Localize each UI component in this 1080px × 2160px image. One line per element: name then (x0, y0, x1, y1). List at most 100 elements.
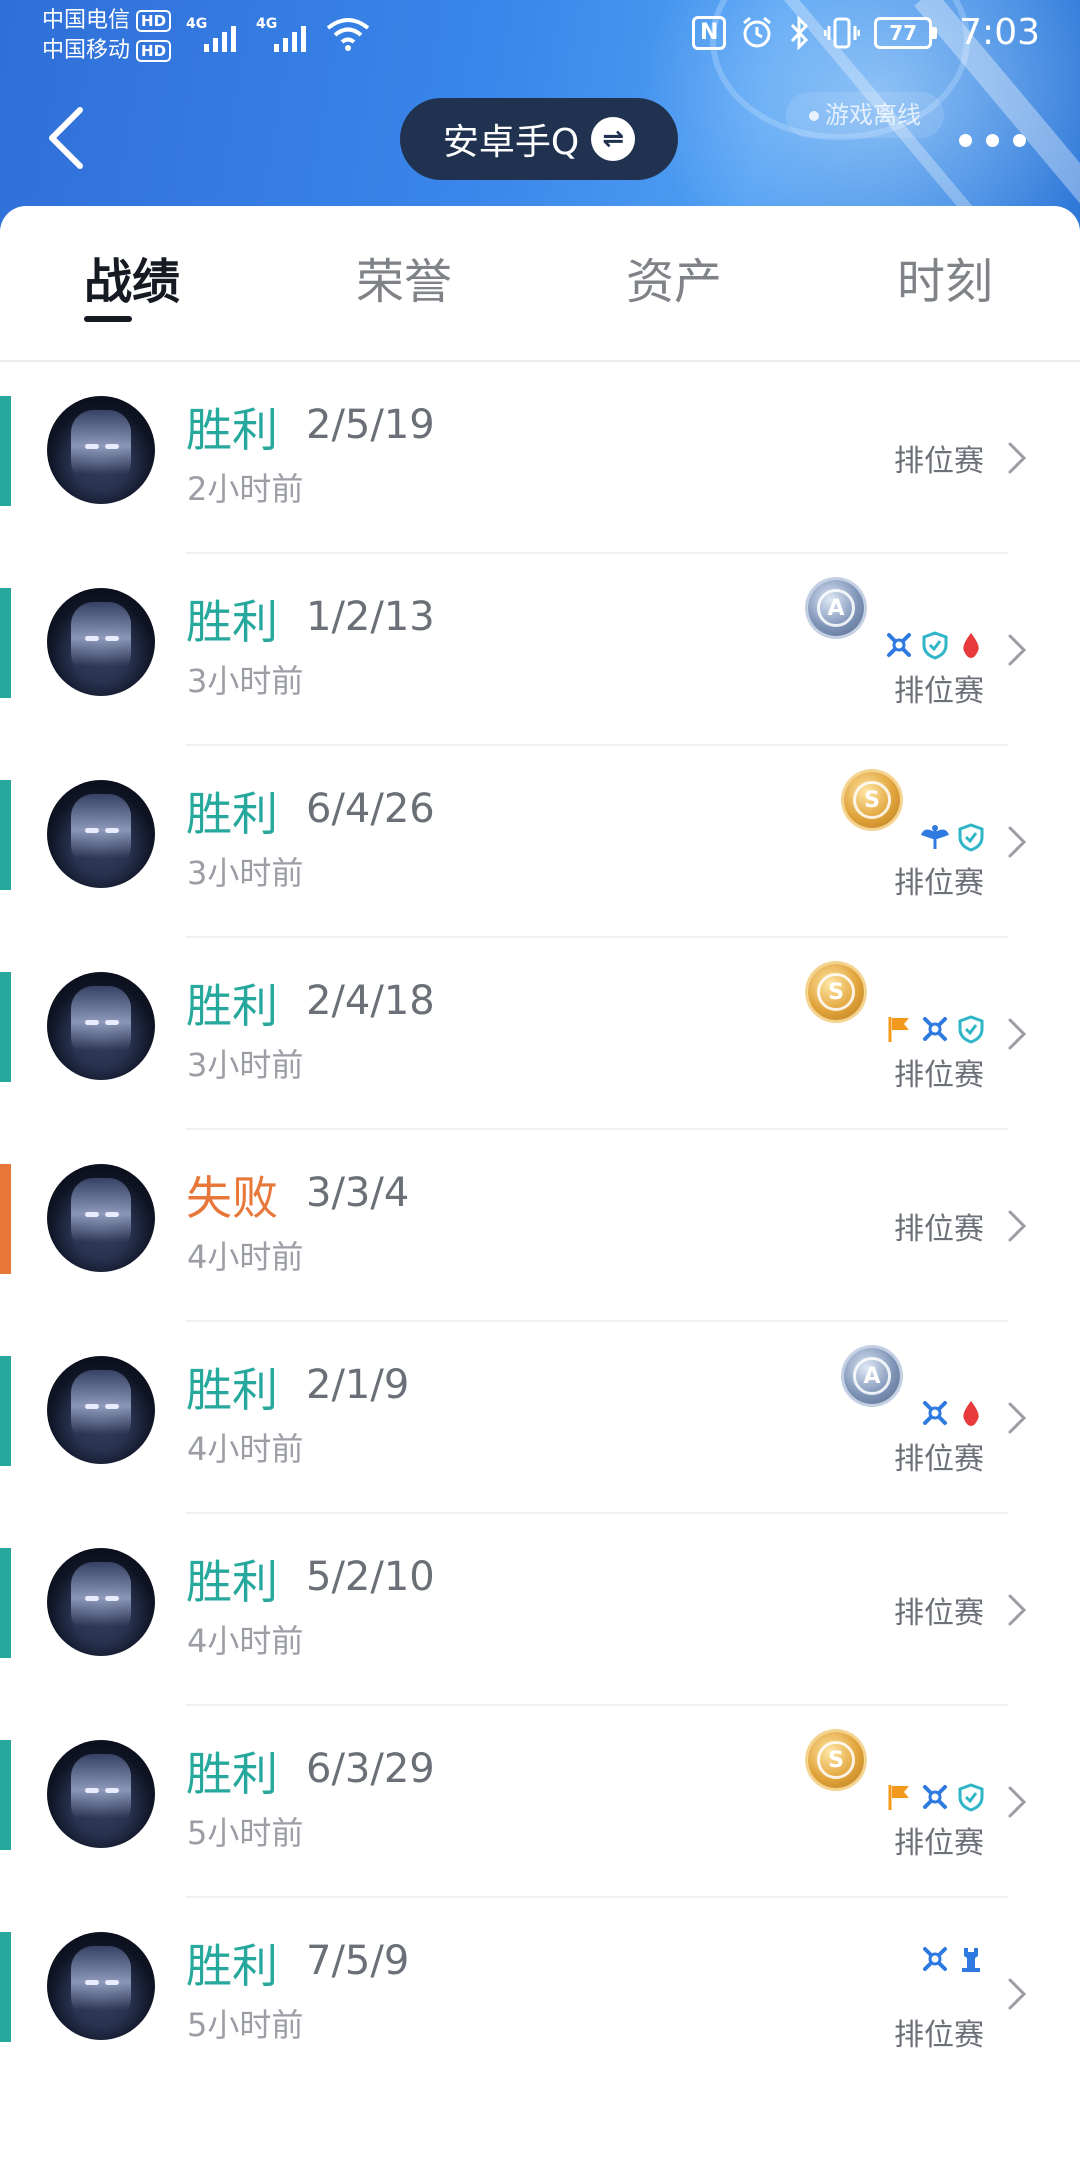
gold-medal-icon: S (808, 1732, 864, 1788)
system-icons: N 77 7:03 (692, 12, 1040, 53)
hero-avatar (47, 1548, 155, 1656)
match-time: 4小时前 (187, 1238, 304, 1276)
blood-drop-icon (956, 630, 986, 660)
swords-icon (920, 1782, 950, 1812)
chevron-right-icon (1008, 1210, 1027, 1242)
chevron-right-icon (1008, 826, 1027, 858)
blood-drop-icon (956, 1398, 986, 1428)
clock: 7:03 (959, 12, 1040, 53)
kda-score: 6/4/26 (306, 786, 435, 832)
match-time: 3小时前 (187, 662, 304, 700)
match-time: 3小时前 (187, 1046, 304, 1084)
bluetooth-icon (791, 15, 809, 50)
kda-score: 3/3/4 (306, 1170, 410, 1216)
medal-letter: A (853, 1357, 891, 1395)
active-tab-indicator (84, 316, 132, 322)
battery-level: 77 (874, 16, 933, 49)
hero-avatar (47, 780, 155, 888)
chevron-right-icon (1008, 1018, 1027, 1050)
vibrate-icon (824, 17, 861, 48)
match-result: 胜利 (186, 1555, 278, 1609)
back-button[interactable] (38, 100, 98, 176)
match-result: 胜利 (186, 1363, 278, 1417)
match-row[interactable]: 胜利 1/2/13 3小时前 A 排位赛 (0, 554, 1080, 746)
medal-letter: S (817, 973, 855, 1011)
chevron-right-icon (1008, 1786, 1027, 1818)
kda-score: 1/2/13 (306, 594, 435, 640)
account-switch-pill[interactable]: 安卓手Q ⇌ (400, 98, 678, 180)
match-time: 3小时前 (187, 854, 304, 892)
match-row[interactable]: 失败 3/3/4 4小时前 排位赛 (0, 1130, 1080, 1322)
swords-icon (920, 1398, 950, 1428)
gold-medal-icon: S (808, 964, 864, 1020)
kda-score: 6/3/29 (306, 1746, 435, 1792)
shield-icon (956, 1014, 986, 1044)
game-mode: 排位赛 (894, 1442, 984, 1477)
result-indicator-bar (0, 780, 11, 890)
swords-icon (884, 630, 914, 660)
more-dot (985, 133, 999, 147)
kda-score: 2/5/19 (306, 402, 435, 448)
tab-record[interactable]: 战绩 (62, 242, 202, 322)
kda-score: 2/1/9 (306, 1362, 410, 1408)
account-title: 安卓手Q (442, 122, 580, 163)
match-result: 胜利 (186, 1747, 278, 1801)
medal-letter: A (817, 589, 855, 627)
achievement-badges (884, 630, 986, 660)
status-dot (809, 111, 819, 121)
tab-honor[interactable]: 荣誉 (334, 242, 474, 322)
match-row[interactable]: 胜利 2/5/19 2小时前 排位赛 (0, 362, 1080, 554)
status-bar: 中国电信 HD 中国移动 HD 4G 4G N 77 7:03 (0, 0, 1080, 70)
achievement-badges (884, 1782, 986, 1812)
result-indicator-bar (0, 396, 11, 506)
result-indicator-bar (0, 1932, 11, 2042)
result-indicator-bar (0, 972, 11, 1082)
match-time: 5小时前 (187, 1814, 304, 1852)
match-result: 胜利 (186, 403, 278, 457)
game-mode: 排位赛 (894, 1058, 984, 1093)
game-mode: 排位赛 (894, 1596, 984, 1631)
carrier-name: 中国移动 (42, 38, 131, 63)
header: 中国电信 HD 中国移动 HD 4G 4G N 77 7:03 游戏离线 安卓手… (0, 0, 1080, 230)
battery-icon: 77 (874, 16, 938, 49)
tab-assets[interactable]: 资产 (604, 242, 744, 322)
swords-icon (920, 1944, 950, 1974)
wings-icon (920, 822, 950, 852)
match-row[interactable]: 胜利 2/1/9 4小时前 A 排位赛 (0, 1322, 1080, 1514)
match-row[interactable]: 胜利 7/5/9 5小时前 排位赛 (0, 1898, 1080, 2090)
more-dot (958, 133, 972, 147)
match-time: 5小时前 (187, 2006, 304, 2044)
match-result: 胜利 (186, 595, 278, 649)
chevron-right-icon (1008, 1978, 1027, 2010)
hero-avatar (47, 588, 155, 696)
game-mode: 排位赛 (894, 1212, 984, 1247)
signal-icon: 4G (186, 16, 240, 52)
match-time: 2小时前 (187, 470, 304, 508)
match-row[interactable]: 胜利 5/2/10 4小时前 排位赛 (0, 1514, 1080, 1706)
medal-letter: S (853, 781, 891, 819)
game-mode: 排位赛 (894, 674, 984, 709)
gold-medal-icon: S (844, 772, 900, 828)
achievement-badges (920, 1398, 986, 1428)
tab-bar: 战绩 荣誉 资产 时刻 (0, 206, 1080, 362)
switch-account-icon: ⇌ (591, 117, 636, 161)
alarm-icon (743, 16, 772, 47)
result-indicator-bar (0, 1548, 11, 1658)
match-row[interactable]: 胜利 6/4/26 3小时前 S 排位赛 (0, 746, 1080, 938)
silver-medal-icon: A (844, 1348, 900, 1404)
signal-group: 4G 4G (186, 16, 370, 52)
match-row[interactable]: 胜利 6/3/29 5小时前 S 排位赛 (0, 1706, 1080, 1898)
chevron-right-icon (1008, 1594, 1027, 1626)
match-result: 胜利 (186, 979, 278, 1033)
match-time: 4小时前 (187, 1430, 304, 1468)
hd-badge: HD (136, 40, 172, 62)
medal-letter: S (817, 1741, 855, 1779)
match-row[interactable]: 胜利 2/4/18 3小时前 S 排位赛 (0, 938, 1080, 1130)
tab-moments[interactable]: 时刻 (875, 242, 1015, 322)
kda-score: 7/5/9 (306, 1938, 410, 1984)
more-options-button[interactable] (944, 122, 1040, 158)
offline-label: 游戏离线 (825, 101, 921, 129)
silver-medal-icon: A (808, 580, 864, 636)
match-result: 胜利 (186, 787, 278, 841)
carrier-info: 中国电信 HD 中国移动 HD (42, 6, 172, 66)
